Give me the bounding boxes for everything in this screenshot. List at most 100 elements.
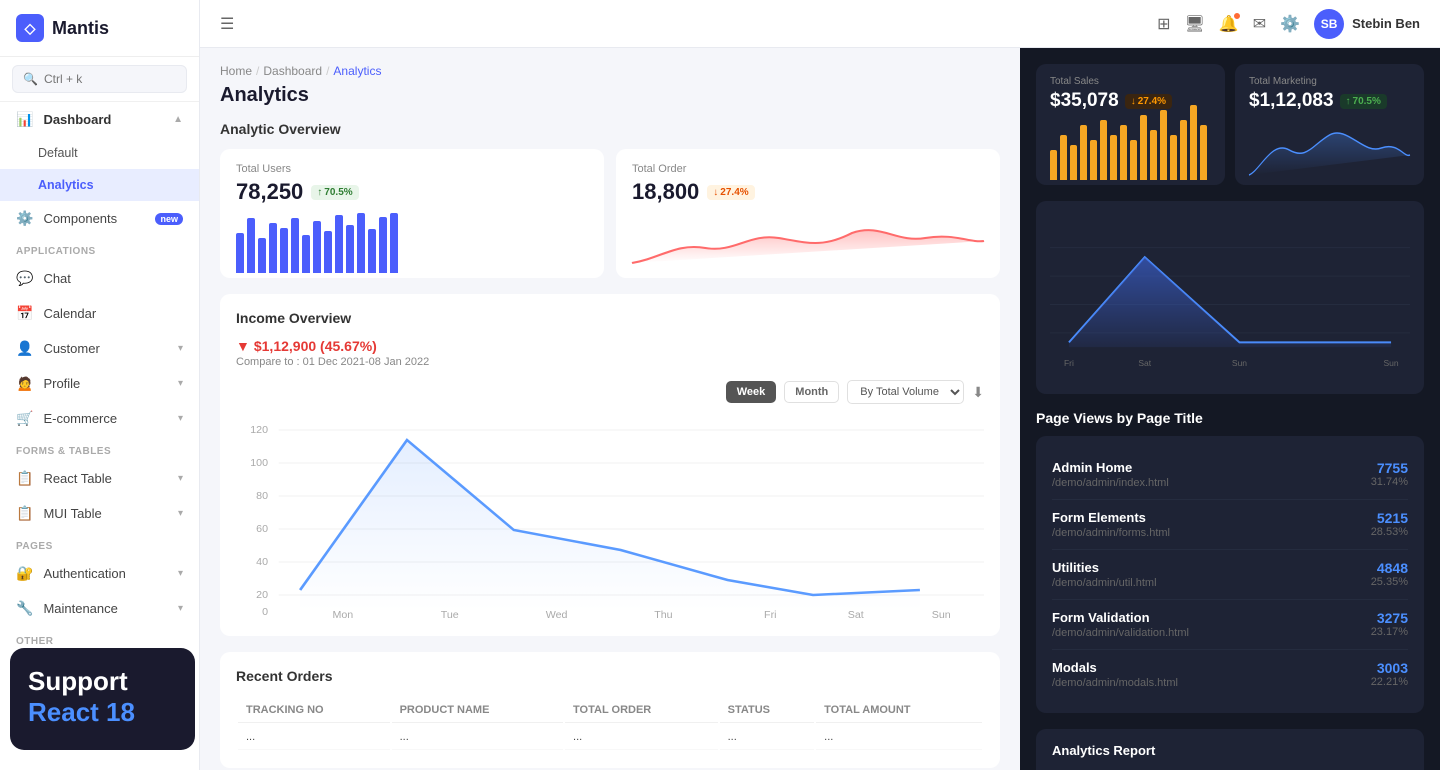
pv-row-2: Form Elements /demo/admin/forms.html 521… xyxy=(1052,500,1408,550)
content-split: Home / Dashboard / Analytics Analytics A… xyxy=(200,48,1440,770)
col-status: STATUS xyxy=(720,698,815,723)
chevron-down-icon: ▾ xyxy=(178,508,183,519)
mail-icon[interactable]: ✉ xyxy=(1253,14,1266,34)
page-title: Analytics xyxy=(220,84,1000,107)
sidebar-search-area: 🔍 xyxy=(0,57,199,102)
dark-income-chart: Fri Sat Sun Sun xyxy=(1036,201,1424,394)
dark-label-sales: Total Sales xyxy=(1050,76,1211,87)
stats-grid: Total Users 78,250 ↑ 70.5% xyxy=(220,149,1000,278)
sidebar-item-dashboard[interactable]: 📊 Dashboard ▲ xyxy=(0,102,199,137)
sidebar-item-label: E-commerce xyxy=(43,411,117,426)
dark-card-marketing: Total Marketing $1,12,083 ↑ 70.5% xyxy=(1235,64,1424,185)
sidebar-item-react-table[interactable]: 📋 React Table ▾ xyxy=(0,461,199,496)
support-banner[interactable]: Support React 18 xyxy=(10,648,195,750)
pv-count: 5215 xyxy=(1371,510,1408,526)
sidebar-item-mui-table[interactable]: 📋 MUI Table ▾ xyxy=(0,496,199,531)
apps-icon[interactable]: ⊞ xyxy=(1157,14,1170,34)
search-icon: 🔍 xyxy=(23,72,38,86)
income-card: Income Overview ▼ $1,12,900 (45.67%) Com… xyxy=(220,294,1000,636)
bar xyxy=(368,229,376,273)
stat-badge-users: ↑ 70.5% xyxy=(311,185,358,200)
svg-text:Sat: Sat xyxy=(1138,358,1151,368)
pv-row-1: Admin Home /demo/admin/index.html 7755 3… xyxy=(1052,450,1408,500)
bar xyxy=(313,221,321,273)
bar xyxy=(1140,115,1147,180)
month-button[interactable]: Month xyxy=(784,381,839,403)
sidebar-logo: ◇ Mantis xyxy=(0,0,199,57)
user-section[interactable]: SB Stebin Ben xyxy=(1314,9,1420,39)
income-stat: ▼ $1,12,900 (45.67%) xyxy=(236,338,984,354)
breadcrumb: Home / Dashboard / Analytics xyxy=(220,64,1000,78)
svg-text:Mon: Mon xyxy=(332,610,353,621)
sidebar-item-label: MUI Table xyxy=(43,506,101,521)
bar xyxy=(1060,135,1067,180)
bar xyxy=(1050,150,1057,180)
hamburger-icon[interactable]: ☰ xyxy=(220,14,234,34)
col-total-order: TOTAL ORDER xyxy=(565,698,718,723)
bar xyxy=(1120,125,1127,180)
sidebar-item-components[interactable]: ⚙️ Components new xyxy=(0,201,199,236)
download-icon[interactable]: ⬇ xyxy=(972,384,984,401)
sidebar-item-label: Maintenance xyxy=(43,601,117,616)
dark-value-sales: $35,078 ↓ 27.4% xyxy=(1050,90,1211,112)
gear-icon[interactable]: ⚙️ xyxy=(1280,14,1300,34)
svg-text:100: 100 xyxy=(250,458,268,469)
analytic-overview-title: Analytic Overview xyxy=(220,121,1000,137)
bar xyxy=(1170,135,1177,180)
bar xyxy=(291,218,299,273)
breadcrumb-dashboard[interactable]: Dashboard xyxy=(263,64,322,78)
app-name: Mantis xyxy=(52,18,109,39)
bar xyxy=(390,213,398,273)
bar xyxy=(324,231,332,273)
svg-text:Tue: Tue xyxy=(441,610,459,621)
sidebar-item-profile[interactable]: 🙍 Profile ▾ xyxy=(0,366,199,401)
sidebar-item-customer[interactable]: 👤 Customer ▾ xyxy=(0,331,199,366)
svg-text:Sun: Sun xyxy=(1383,358,1398,368)
sidebar-item-analytics[interactable]: Analytics xyxy=(0,169,199,201)
pv-url: /demo/admin/modals.html xyxy=(1052,677,1178,689)
notification-badge xyxy=(1233,12,1241,20)
orders-section: Recent Orders TRACKING NO PRODUCT NAME T… xyxy=(220,652,1000,768)
svg-text:Wed: Wed xyxy=(546,610,568,621)
page-views-section-title: Page Views by Page Title xyxy=(1036,410,1424,426)
pv-pct: 25.35% xyxy=(1371,576,1408,588)
svg-text:Fri: Fri xyxy=(764,610,776,621)
volume-select[interactable]: By Total Volume xyxy=(847,380,964,404)
breadcrumb-sep2: / xyxy=(326,64,329,78)
dark-card-sales: Total Sales $35,078 ↓ 27.4% xyxy=(1036,64,1225,185)
bar xyxy=(335,215,343,273)
sidebar-item-calendar[interactable]: 📅 Calendar xyxy=(0,296,199,331)
sidebar-item-label: Dashboard xyxy=(43,112,111,127)
pv-name: Form Validation xyxy=(1052,610,1189,625)
sidebar: ◇ Mantis 🔍 📊 Dashboard ▲ Default Analyti… xyxy=(0,0,200,770)
col-total-amount: TOTAL AMOUNT xyxy=(816,698,982,723)
pv-pct: 22.21% xyxy=(1371,676,1408,688)
pv-row-3: Utilities /demo/admin/util.html 4848 25.… xyxy=(1052,550,1408,600)
sidebar-item-chat[interactable]: 💬 Chat xyxy=(0,261,199,296)
bar xyxy=(379,217,387,273)
dark-badge-marketing: ↑ 70.5% xyxy=(1340,94,1387,109)
chevron-down-icon: ▾ xyxy=(178,343,183,354)
col-tracking: TRACKING NO xyxy=(238,698,390,723)
maintenance-icon: 🔧 xyxy=(16,600,33,617)
bar xyxy=(1100,120,1107,180)
sidebar-item-maintenance[interactable]: 🔧 Maintenance ▾ xyxy=(0,591,199,626)
search-input[interactable] xyxy=(44,72,176,86)
analytics-report: Analytics Report xyxy=(1036,729,1424,770)
customer-icon: 👤 xyxy=(16,340,33,357)
sidebar-item-ecommerce[interactable]: 🛒 E-commerce ▾ xyxy=(0,401,199,436)
week-button[interactable]: Week xyxy=(726,381,777,403)
sidebar-item-default[interactable]: Default xyxy=(0,137,199,169)
monitor-icon[interactable]: 🖥 xyxy=(1185,14,1205,34)
sidebar-item-label: Profile xyxy=(43,376,80,391)
orders-table: TRACKING NO PRODUCT NAME TOTAL ORDER STA… xyxy=(236,696,984,752)
chart-controls: Week Month By Total Volume ⬇ xyxy=(726,380,984,404)
search-box[interactable]: 🔍 xyxy=(12,65,187,93)
bell-icon[interactable]: 🔔 xyxy=(1219,14,1239,34)
stat-badge-order: ↓ 27.4% xyxy=(707,185,754,200)
breadcrumb-home[interactable]: Home xyxy=(220,64,252,78)
bar xyxy=(1200,125,1207,180)
svg-text:Sat: Sat xyxy=(848,610,864,621)
main-area: ☰ ⊞ 🖥 🔔 ✉ ⚙️ SB Stebin Ben Home / Dashbo… xyxy=(200,0,1440,770)
sidebar-item-authentication[interactable]: 🔐 Authentication ▾ xyxy=(0,556,199,591)
